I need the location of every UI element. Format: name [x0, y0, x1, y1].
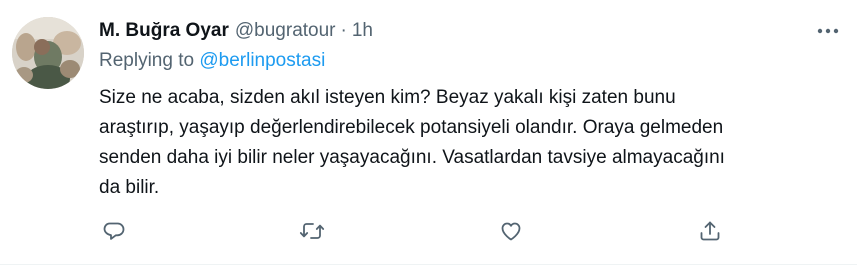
tweet-text-line: araştırıp, yaşayıp değerlendirebilecek p… — [99, 117, 724, 138]
share-button[interactable] — [695, 216, 725, 246]
replying-to: Replying to @berlinpostasi — [99, 50, 325, 72]
avatar[interactable] — [12, 17, 84, 89]
more-options-button[interactable] — [814, 20, 842, 42]
tweet-actions — [0, 216, 857, 246]
avatar-image — [12, 17, 84, 89]
reply-icon — [103, 222, 125, 240]
tweet-text-line: senden daha iyi bilir neler yaşayacağını… — [99, 147, 725, 168]
tweet-text-line: da bilir. — [99, 177, 160, 198]
retweet-button[interactable] — [297, 216, 327, 246]
tweet-text: Size ne acaba, sizden akıl isteyen kim? … — [99, 83, 834, 203]
display-name[interactable]: M. Buğra Oyar — [99, 20, 229, 42]
tweet[interactable]: M. Buğra Oyar @bugratour · 1h Replying t… — [0, 0, 857, 264]
replying-to-label: Replying to — [99, 50, 195, 71]
tweet-text-line: Size ne acaba, sizden akıl isteyen kim? … — [99, 87, 676, 108]
replying-to-mention[interactable]: @berlinpostasi — [199, 50, 325, 71]
more-icon — [817, 28, 839, 34]
tweet-header: M. Buğra Oyar @bugratour · 1h — [99, 17, 373, 45]
like-button[interactable] — [496, 216, 526, 246]
timestamp[interactable]: 1h — [352, 20, 373, 42]
tweet-divider — [0, 264, 857, 265]
user-handle[interactable]: @bugratour — [235, 20, 336, 42]
share-icon — [700, 221, 720, 241]
heart-icon — [501, 222, 521, 241]
retweet-icon — [299, 223, 325, 239]
reply-button[interactable] — [99, 216, 129, 246]
separator-dot: · — [340, 20, 347, 41]
